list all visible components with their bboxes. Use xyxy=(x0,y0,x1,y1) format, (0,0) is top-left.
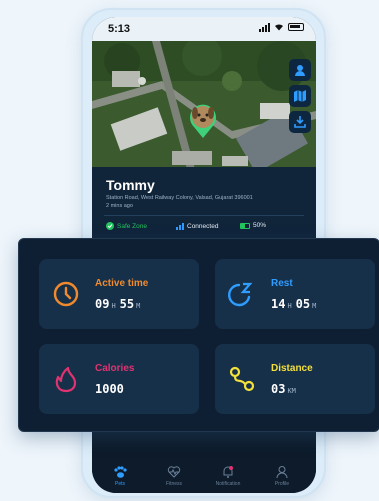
active-time-hours: 09 xyxy=(95,297,110,311)
map-view[interactable] xyxy=(92,41,316,169)
distance-value: 03 KM xyxy=(271,382,300,396)
distance-number: 03 xyxy=(271,382,286,396)
rest-minutes: 05 xyxy=(295,297,311,311)
map-icon xyxy=(294,90,306,102)
location-button[interactable] xyxy=(289,59,311,81)
distance-card[interactable]: Distance 03 KM xyxy=(215,344,375,414)
pet-location-marker[interactable] xyxy=(188,103,218,139)
status-icons xyxy=(259,22,304,32)
signal-bars-icon xyxy=(176,222,184,230)
status-time: 5:13 xyxy=(108,23,131,35)
battery-icon xyxy=(288,23,304,31)
download-icon xyxy=(294,116,306,128)
status-bar: 5:13 xyxy=(92,17,316,41)
divider xyxy=(104,215,304,216)
hours-unit: H xyxy=(111,302,116,310)
rest-label: Rest xyxy=(271,278,293,289)
minutes-unit: M xyxy=(136,302,141,310)
rest-card[interactable]: Rest 14 H 05 M xyxy=(215,259,375,329)
active-time-value: 09 H 55 M xyxy=(95,297,144,311)
route-icon xyxy=(229,366,255,392)
hours-unit: H xyxy=(287,302,292,310)
safe-zone-label: Safe Zone xyxy=(117,222,147,230)
tracker-battery-label: 50% xyxy=(253,222,267,229)
tab-notification[interactable]: Notification xyxy=(208,465,248,487)
tracker-battery: 50% xyxy=(240,222,266,229)
active-time-label: Active time xyxy=(95,278,149,289)
user-icon xyxy=(276,466,288,479)
tab-profile[interactable]: Profile xyxy=(262,465,302,487)
tab-fitness-label: Fitness xyxy=(165,481,183,487)
calories-value: 1000 xyxy=(95,382,124,396)
calories-card[interactable]: Calories 1000 xyxy=(39,344,199,414)
paw-icon xyxy=(114,466,127,478)
last-updated: 2 mins ago xyxy=(106,203,133,209)
tracker-battery-fill xyxy=(241,223,245,228)
check-circle-icon xyxy=(106,222,114,230)
tab-fitness[interactable]: Fitness xyxy=(154,465,194,487)
heart-pulse-icon xyxy=(167,466,181,478)
connection-label: Connected xyxy=(187,222,219,230)
active-time-card[interactable]: Active time 09 H 55 M xyxy=(39,259,199,329)
rest-hours: 14 xyxy=(271,297,286,311)
flame-icon xyxy=(55,366,77,393)
tracker-battery-icon xyxy=(240,222,250,229)
person-pin-icon xyxy=(295,65,305,76)
connection-status: Connected xyxy=(176,222,218,230)
wifi-icon xyxy=(275,24,283,31)
clock-icon xyxy=(53,281,79,307)
tab-pets-label: Pets xyxy=(114,481,125,487)
pet-address: Station Road, West Railway Colony, Valsa… xyxy=(106,195,253,201)
calories-label: Calories xyxy=(95,363,135,374)
distance-unit: KM xyxy=(287,387,296,395)
activity-stats-panel: Active time 09 H 55 M Rest 14 H 05 M Calories … xyxy=(18,238,379,432)
sleep-icon xyxy=(228,282,253,307)
map-pin-icon xyxy=(190,104,216,138)
distance-label: Distance xyxy=(271,363,313,374)
signal-icon xyxy=(259,22,270,32)
map-layers-button[interactable] xyxy=(289,85,311,107)
rest-value: 14 H 05 M xyxy=(271,297,320,311)
active-time-minutes: 55 xyxy=(119,297,135,311)
bottom-tab-bar: Pets Fitness Notification Profile xyxy=(92,457,316,493)
safe-zone-status: Safe Zone xyxy=(106,222,147,230)
tab-notification-label: Notification xyxy=(215,481,241,487)
download-button[interactable] xyxy=(289,111,311,133)
bell-icon xyxy=(223,466,233,478)
minutes-unit: M xyxy=(312,302,317,310)
tab-pets[interactable]: Pets xyxy=(100,465,140,487)
tab-profile-label: Profile xyxy=(274,481,290,487)
pet-name: Tommy xyxy=(106,177,155,193)
